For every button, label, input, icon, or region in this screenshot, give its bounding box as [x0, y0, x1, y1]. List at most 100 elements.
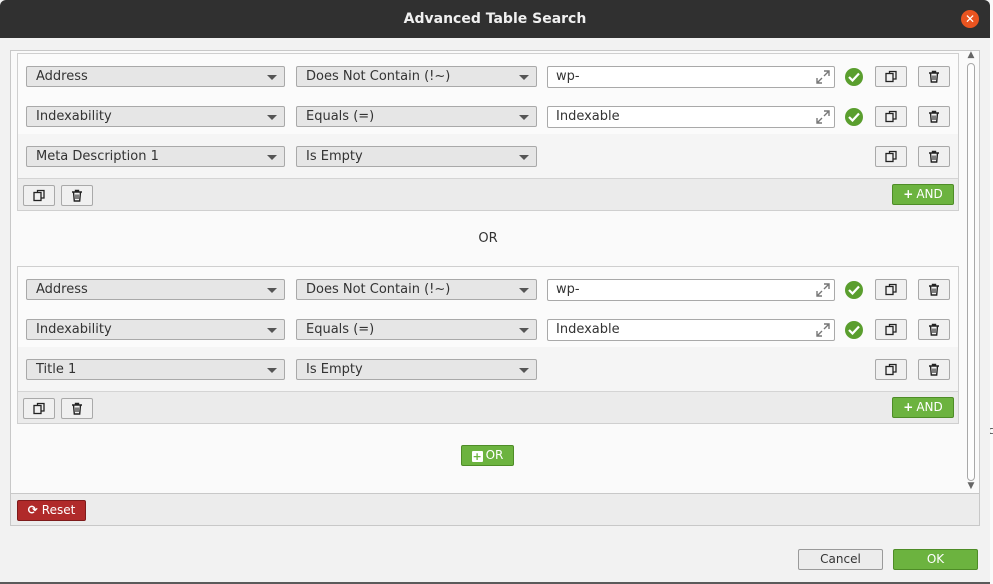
- add-and-label: AND: [916, 187, 943, 201]
- filter-row: Address Does Not Contain (!~) wp-: [18, 54, 958, 94]
- value-input-text: Indexable: [556, 322, 620, 337]
- scroll-thumb[interactable]: [967, 63, 975, 481]
- delete-row-button[interactable]: [918, 66, 950, 87]
- chevron-down-icon: [519, 328, 529, 333]
- field-select-value: Address: [36, 282, 88, 297]
- trash-icon: [929, 110, 939, 123]
- operator-select[interactable]: Equals (=): [296, 106, 537, 127]
- trash-icon: [929, 323, 939, 336]
- copy-icon: [885, 110, 897, 123]
- duplicate-row-button[interactable]: [875, 66, 907, 87]
- delete-group-button[interactable]: [61, 185, 93, 206]
- field-select-value: Indexability: [36, 322, 112, 337]
- duplicate-row-button[interactable]: [875, 359, 907, 380]
- value-input-text: Indexable: [556, 109, 620, 124]
- group-footer: + AND: [18, 391, 958, 423]
- field-select[interactable]: Title 1: [26, 359, 285, 380]
- operator-select-value: Does Not Contain (!~): [306, 69, 451, 84]
- add-and-label: AND: [916, 400, 943, 414]
- chevron-down-icon: [267, 288, 277, 293]
- duplicate-row-button[interactable]: [875, 279, 907, 300]
- value-input[interactable]: Indexable: [547, 319, 835, 341]
- field-select-value: Meta Description 1: [36, 149, 159, 164]
- chevron-down-icon: [267, 328, 277, 333]
- operator-select-value: Is Empty: [306, 362, 363, 377]
- trash-icon: [72, 402, 82, 415]
- expand-icon[interactable]: [816, 110, 830, 124]
- chevron-down-icon: [267, 115, 277, 120]
- value-input[interactable]: wp-: [547, 66, 835, 88]
- valid-check-icon: [845, 108, 863, 126]
- delete-row-button[interactable]: [918, 279, 950, 300]
- valid-check-icon: [845, 281, 863, 299]
- copy-icon: [33, 189, 45, 202]
- field-select-value: Address: [36, 69, 88, 84]
- value-input[interactable]: wp-: [547, 279, 835, 301]
- refresh-icon: ⟳: [27, 503, 38, 517]
- reset-bar: ⟳ Reset: [10, 494, 980, 526]
- delete-row-button[interactable]: [918, 106, 950, 127]
- group-footer: + AND: [18, 178, 958, 210]
- expand-icon[interactable]: [816, 323, 830, 337]
- operator-select-value: Does Not Contain (!~): [306, 282, 451, 297]
- reset-button[interactable]: ⟳ Reset: [17, 500, 86, 521]
- filter-group-2: Address Does Not Contain (!~) wp- Indexa…: [17, 266, 959, 424]
- chevron-down-icon: [519, 115, 529, 120]
- operator-select[interactable]: Does Not Contain (!~): [296, 279, 537, 300]
- delete-row-button[interactable]: [918, 319, 950, 340]
- delete-row-button[interactable]: [918, 146, 950, 167]
- trash-icon: [929, 363, 939, 376]
- scroll-up-arrow-icon[interactable]: ▲: [964, 50, 978, 62]
- field-select[interactable]: Meta Description 1: [26, 146, 285, 167]
- duplicate-row-button[interactable]: [875, 106, 907, 127]
- valid-check-icon: [845, 68, 863, 86]
- field-select[interactable]: Indexability: [26, 319, 285, 340]
- expand-icon[interactable]: [816, 283, 830, 297]
- copy-icon: [885, 323, 897, 336]
- field-select-value: Indexability: [36, 109, 112, 124]
- copy-icon: [33, 402, 45, 415]
- expand-icon[interactable]: [816, 70, 830, 84]
- operator-select-value: Equals (=): [306, 109, 375, 124]
- operator-select[interactable]: Does Not Contain (!~): [296, 66, 537, 87]
- operator-select-value: Is Empty: [306, 149, 363, 164]
- field-select[interactable]: Address: [26, 66, 285, 87]
- copy-icon: [885, 70, 897, 83]
- trash-icon: [929, 283, 939, 296]
- delete-group-button[interactable]: [61, 398, 93, 419]
- or-separator: OR: [478, 231, 498, 246]
- add-and-button[interactable]: + AND: [892, 184, 954, 205]
- chevron-down-icon: [519, 288, 529, 293]
- filter-row: Title 1 Is Empty: [18, 347, 958, 391]
- duplicate-row-button[interactable]: [875, 146, 907, 167]
- value-input[interactable]: Indexable: [547, 106, 835, 128]
- ok-button[interactable]: OK: [893, 549, 978, 570]
- filter-group-1: Address Does Not Contain (!~) wp- Indexa…: [17, 53, 959, 211]
- filter-row: Indexability Equals (=) Indexable: [18, 94, 958, 134]
- operator-select[interactable]: Is Empty: [296, 359, 537, 380]
- advanced-table-search-dialog: Advanced Table Search ✕ ▲ ▼ Address Does…: [0, 0, 990, 582]
- copy-icon: [885, 283, 897, 296]
- trash-icon: [72, 189, 82, 202]
- field-select-value: Title 1: [36, 362, 77, 377]
- duplicate-group-button[interactable]: [23, 398, 55, 419]
- field-select[interactable]: Address: [26, 279, 285, 300]
- add-or-button[interactable]: + OR: [461, 445, 514, 466]
- plus-icon: +: [903, 400, 914, 414]
- cancel-button[interactable]: Cancel: [798, 549, 883, 570]
- operator-select[interactable]: Is Empty: [296, 146, 537, 167]
- vertical-scrollbar[interactable]: ▲ ▼: [964, 50, 978, 493]
- operator-select[interactable]: Equals (=): [296, 319, 537, 340]
- add-or-label: OR: [485, 448, 504, 462]
- duplicate-group-button[interactable]: [23, 185, 55, 206]
- delete-row-button[interactable]: [918, 359, 950, 380]
- add-and-button[interactable]: + AND: [892, 397, 954, 418]
- duplicate-row-button[interactable]: [875, 319, 907, 340]
- valid-check-icon: [845, 321, 863, 339]
- chevron-down-icon: [519, 75, 529, 80]
- field-select[interactable]: Indexability: [26, 106, 285, 127]
- chevron-down-icon: [267, 155, 277, 160]
- scroll-down-arrow-icon[interactable]: ▼: [964, 481, 978, 493]
- copy-icon: [885, 363, 897, 376]
- close-icon[interactable]: ✕: [961, 10, 979, 28]
